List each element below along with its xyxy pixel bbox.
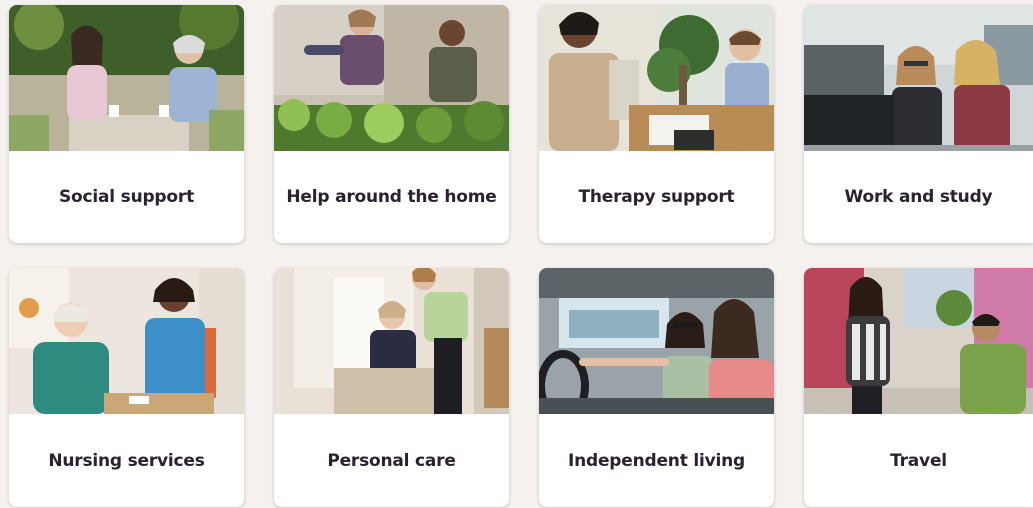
card-travel[interactable]: Travel — [804, 268, 1033, 507]
personal-care-photo — [274, 268, 509, 414]
card-label: Help around the home — [286, 187, 497, 207]
card-label: Independent living — [567, 450, 745, 471]
card-label: Work and study — [844, 187, 993, 207]
support-category-grid: Social support Help around the home Ther… — [0, 0, 1033, 508]
card-label: Personal care — [327, 450, 456, 471]
card-independent-living[interactable]: Independent living — [539, 268, 774, 507]
card-label: Social support — [59, 187, 194, 207]
card-social-support[interactable]: Social support — [9, 5, 244, 243]
nursing-services-photo — [9, 268, 244, 414]
card-therapy-support[interactable]: Therapy support — [539, 5, 774, 243]
work-and-study-photo — [804, 5, 1033, 151]
therapy-support-photo — [539, 5, 774, 151]
independent-living-photo — [539, 268, 774, 414]
social-support-photo — [9, 5, 244, 151]
card-nursing-services[interactable]: Nursing services — [9, 268, 244, 507]
card-help-around-the-home[interactable]: Help around the home — [274, 5, 509, 243]
help-around-the-home-photo — [274, 5, 509, 151]
card-personal-care[interactable]: Personal care — [274, 268, 509, 507]
card-label: Nursing services — [48, 450, 205, 471]
card-work-and-study[interactable]: Work and study — [804, 5, 1033, 243]
card-label: Travel — [890, 450, 947, 471]
travel-photo — [804, 268, 1033, 414]
card-label: Therapy support — [578, 187, 735, 207]
